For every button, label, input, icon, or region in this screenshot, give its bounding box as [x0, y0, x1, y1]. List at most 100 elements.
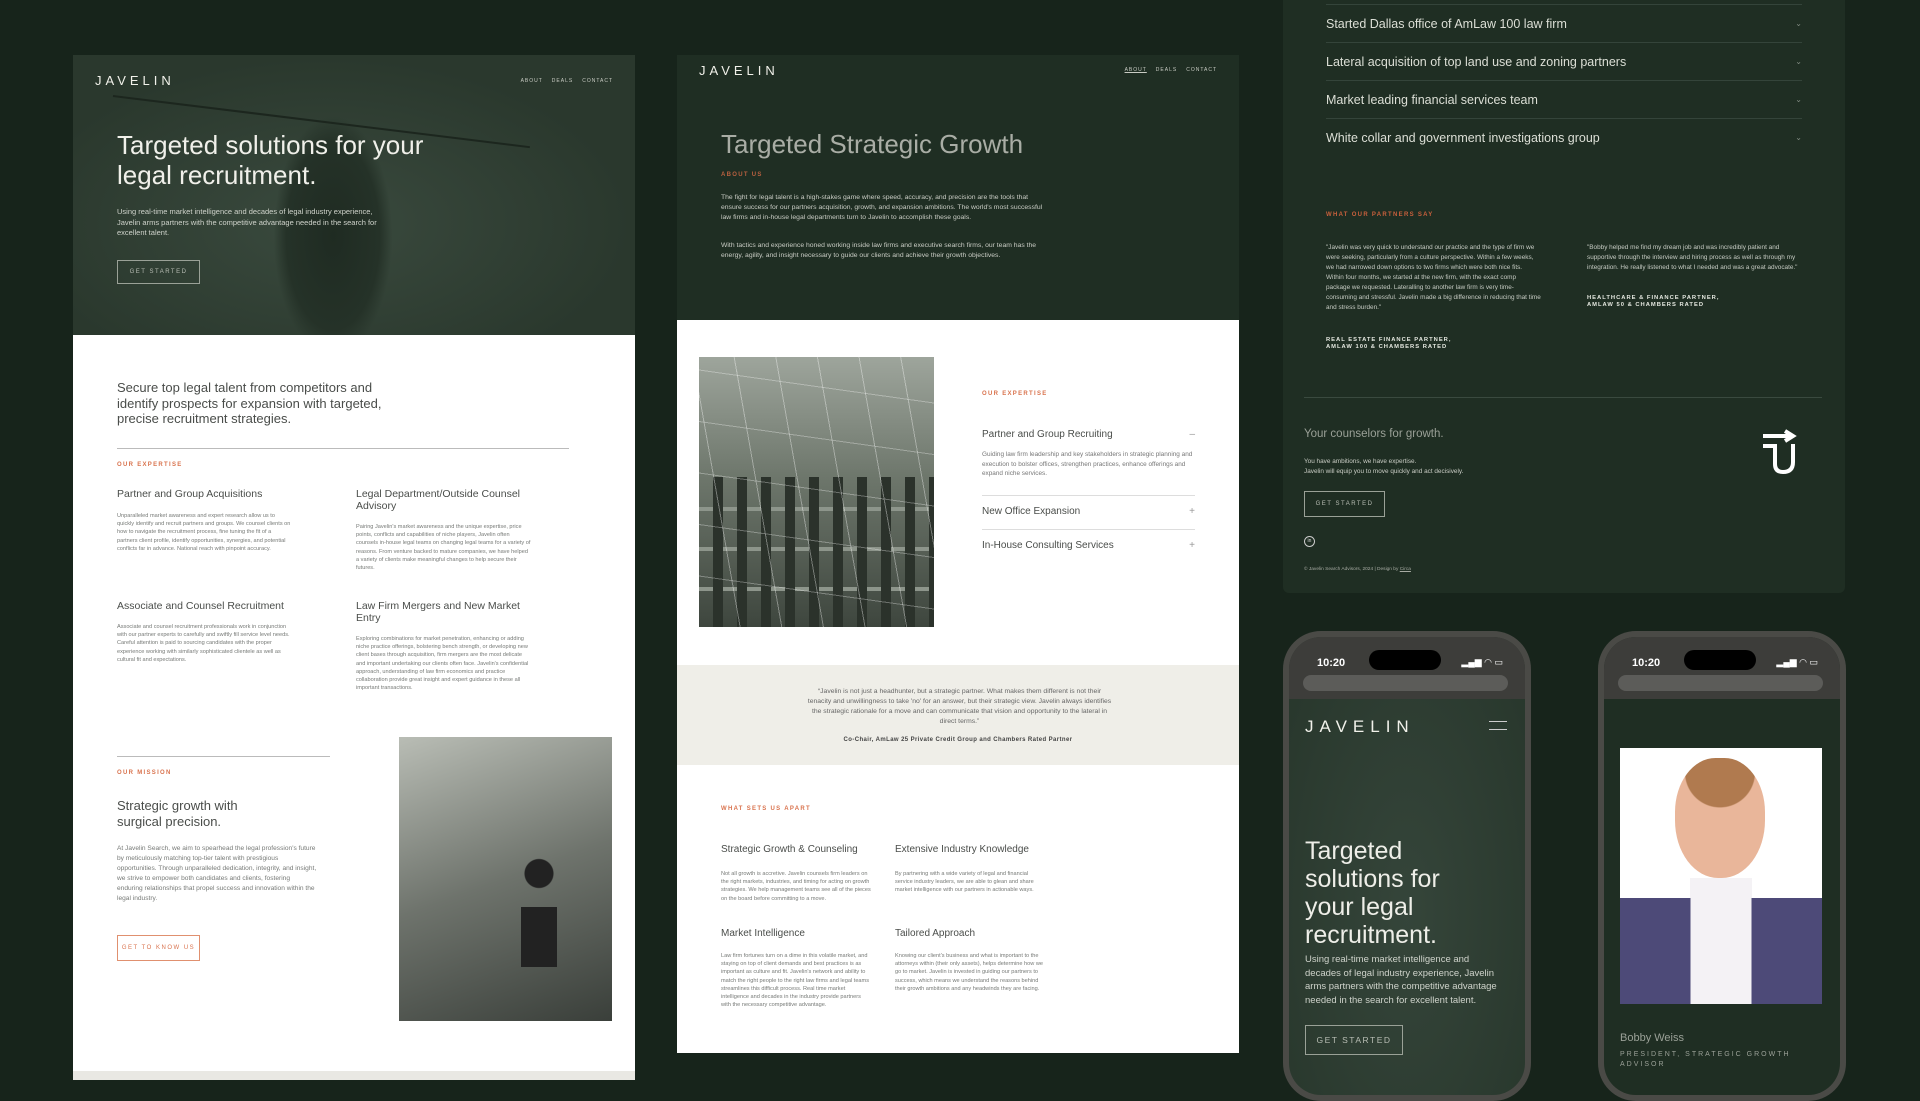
javelin-j-logo [1761, 428, 1801, 476]
deal-title: Started Dallas office of AmLaw 100 law f… [1326, 16, 1567, 31]
dynamic-island [1369, 650, 1441, 670]
about-text-2: With tactics and experience honed workin… [721, 242, 1037, 260]
deal-item[interactable]: White collar and government investigatio… [1326, 118, 1802, 156]
hamburger-menu-icon[interactable] [1489, 721, 1507, 730]
chess-pawn [519, 857, 559, 967]
testimonial-quote: "Javelin was very quick to understand ou… [1326, 244, 1541, 311]
about-text-1: The fight for legal talent is a high-sta… [721, 194, 1043, 222]
expertise-text: Associate and counsel recruitment profes… [117, 624, 290, 663]
hero-section: JAVELIN ABOUT DEALS CONTACT Targeted sol… [73, 55, 635, 335]
divider [1304, 397, 1822, 398]
nav-about[interactable]: ABOUT [521, 78, 543, 84]
quote-band: “Javelin is not just a headhunter, but a… [677, 665, 1239, 765]
apart-text: By partnering with a wide variety of leg… [895, 871, 1034, 894]
mobile-home-mockup: 10:20 ▂▄▆ ◠ ▭ JAVELIN Targeted solutions… [1283, 631, 1531, 1101]
plus-icon: + [1189, 506, 1195, 517]
get-started-button[interactable]: GET STARTED [117, 260, 200, 284]
deal-title: White collar and government investigatio… [1326, 130, 1600, 145]
divider [117, 448, 569, 449]
nav-contact[interactable]: CONTACT [1186, 67, 1217, 73]
expertise-label: OUR EXPERTISE [117, 462, 183, 468]
person-name: Bobby Weiss [1620, 1032, 1684, 1044]
logo[interactable]: JAVELIN [95, 73, 175, 88]
mission-title: Strategic growth with surgical precision… [117, 798, 238, 829]
person-jacket [1620, 898, 1822, 1004]
nav: ABOUT DEALS CONTACT [1125, 67, 1217, 73]
hero-text: Using real-time market intelligence and … [117, 207, 377, 237]
expertise-title: Associate and Counsel Recruitment [117, 600, 284, 612]
apart-title: Extensive Industry Knowledge [895, 844, 1029, 855]
url-bar[interactable] [1618, 675, 1823, 691]
expertise-text: Exploring combinations for market penetr… [356, 636, 529, 692]
nav-deals[interactable]: DEALS [1156, 67, 1177, 73]
intro-text: Secure top legal talent from competitors… [117, 380, 382, 426]
hero-title: Targeted solutions for your legal recrui… [117, 130, 424, 190]
expertise-text: Pairing Javelin's market awareness and t… [356, 524, 531, 572]
footer-title: Your counselors for growth. [1304, 428, 1444, 440]
url-bar[interactable] [1303, 675, 1508, 691]
chevron-down-icon: ⌄ [1795, 57, 1802, 66]
deals-page-mockup: Started Dallas office of AmLaw 100 law f… [1283, 0, 1845, 593]
testimonial-author: REAL ESTATE FINANCE PARTNER, AMLAW 100 &… [1326, 337, 1452, 350]
footer-line-1: You have ambitions, we have expertise. [1304, 458, 1417, 465]
phone-screen: 10:20 ▂▄▆ ◠ ▭ Bobby Weiss PRESIDENT, STR… [1604, 637, 1840, 1095]
apart-text: Not all growth is accretive. Javelin cou… [721, 871, 871, 902]
divider [117, 756, 330, 757]
apart-title: Tailored Approach [895, 928, 976, 939]
status-time: 10:20 [1317, 657, 1346, 669]
person-title: PRESIDENT, STRATEGIC GROWTH ADVISOR [1620, 1051, 1791, 1068]
about-hero: JAVELIN ABOUT DEALS CONTACT Targeted Str… [677, 55, 1239, 320]
chevron-down-icon: ⌄ [1795, 19, 1802, 28]
expertise-text: Unparalleled market awareness and expert… [117, 513, 291, 552]
logo[interactable]: JAVELIN [699, 63, 779, 78]
person-photo [1620, 748, 1822, 1004]
home-page-mockup: JAVELIN ABOUT DEALS CONTACT Targeted sol… [73, 55, 635, 1080]
chevron-down-icon: ⌄ [1795, 95, 1802, 104]
nav: ABOUT DEALS CONTACT [521, 78, 613, 84]
accordion-item-in-house-consulting[interactable]: In-House Consulting Services + [982, 540, 1195, 551]
footer-line-2: Javelin will equip you to move quickly a… [1304, 468, 1464, 475]
linkedin-icon[interactable]: in [1304, 536, 1315, 547]
testimonials-label: WHAT OUR PARTNERS SAY [1326, 212, 1434, 218]
deal-item[interactable]: Started Dallas office of AmLaw 100 law f… [1326, 4, 1802, 42]
about-label: ABOUT US [721, 172, 763, 178]
accordion-item-partner-group-recruiting[interactable]: Partner and Group Recruiting – Guiding la… [982, 429, 1195, 479]
chess-image [399, 737, 612, 1021]
expertise-title: Partner and Group Acquisitions [117, 488, 263, 500]
about-title: Targeted Strategic Growth [721, 129, 1024, 159]
mobile-team-mockup: 10:20 ▂▄▆ ◠ ▭ Bobby Weiss PRESIDENT, STR… [1598, 631, 1846, 1101]
dynamic-island [1684, 650, 1756, 670]
apart-text: Knowing our client's business and what i… [895, 953, 1043, 992]
divider [982, 495, 1195, 496]
colosseum-image [699, 357, 934, 627]
nav-contact[interactable]: CONTACT [582, 78, 613, 84]
mobile-hero-text: Using real-time market intelligence and … [1305, 954, 1497, 1006]
mobile-hero-title: Targeted solutions for your legal recrui… [1305, 837, 1440, 949]
mission-text: At Javelin Search, we aim to spearhead t… [117, 845, 317, 902]
mobile-get-started-button[interactable]: GET STARTED [1305, 1025, 1403, 1055]
copyright: © Javelin Search Advisors, 2024 | Design… [1304, 567, 1411, 572]
deal-item[interactable]: Lateral acquisition of top land use and … [1326, 42, 1802, 80]
deal-item[interactable]: Market leading financial services team ⌄ [1326, 80, 1802, 118]
expertise-title: Legal Department/Outside Counsel Advisor… [356, 488, 521, 512]
signal-wifi-battery-icon: ▂▄▆ ◠ ▭ [1776, 657, 1818, 667]
design-credit-link[interactable]: Circa [1400, 567, 1411, 572]
accordion-title: In-House Consulting Services [982, 540, 1114, 551]
accordion-title: New Office Expansion [982, 506, 1081, 517]
accordion-item-new-office-expansion[interactable]: New Office Expansion + [982, 506, 1195, 517]
apart-title: Market Intelligence [721, 928, 805, 939]
signal-wifi-battery-icon: ▂▄▆ ◠ ▭ [1461, 657, 1503, 667]
apart-text: Law firm fortunes turn on a dime in this… [721, 953, 869, 1009]
quote-author: Co-Chair, AmLaw 25 Private Credit Group … [843, 737, 1073, 743]
person-head [1675, 758, 1765, 878]
footer-get-started-button[interactable]: GET STARTED [1304, 491, 1385, 517]
nav-about[interactable]: ABOUT [1125, 67, 1147, 73]
chevron-down-icon: ⌄ [1795, 133, 1802, 142]
nav-deals[interactable]: DEALS [552, 78, 573, 84]
get-to-know-us-button[interactable]: GET TO KNOW US [117, 935, 200, 961]
logo[interactable]: JAVELIN [1305, 717, 1415, 737]
deal-title: Lateral acquisition of top land use and … [1326, 54, 1627, 69]
plus-icon: + [1189, 540, 1195, 551]
mission-label: OUR MISSION [117, 770, 172, 776]
testimonial-quote: "Bobby helped me find my dream job and w… [1587, 244, 1798, 271]
